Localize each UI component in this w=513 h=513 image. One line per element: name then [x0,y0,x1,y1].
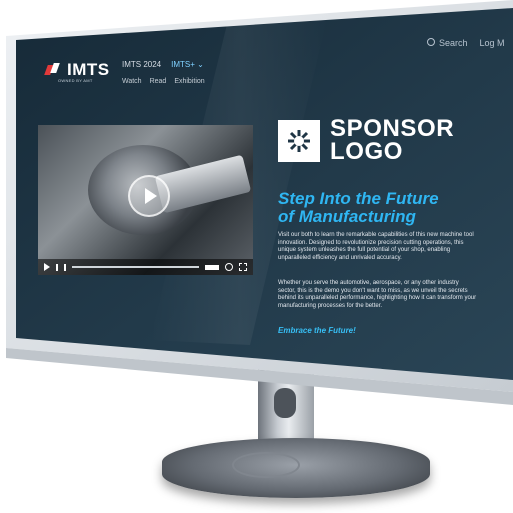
sponsor-logo: SPONSOR LOGO [278,117,454,165]
description-paragraph-2: Whether you serve the automotive, aerosp… [278,280,477,309]
brand-name: IMTS [67,60,110,79]
brand-subtitle: OWNED BY AMT [58,78,93,83]
nav-item-imts-2024[interactable]: IMTS 2024 [122,60,161,69]
play-icon[interactable] [44,263,50,271]
description-paragraph-1: Visit our both to learn the remarkable c… [278,232,474,261]
volume-icon[interactable] [205,264,219,270]
video-controls [38,259,253,275]
search-button[interactable]: Search [427,38,468,48]
imts-logo[interactable]: IMTS [44,60,110,80]
main-nav: IMTS 2024 IMTS+ ⌄ [122,60,204,69]
header-actions: Search Log M [427,38,505,48]
sub-nav: Watch Read Exhibition [122,78,205,85]
page-title: Step Into the Future of Manufacturing [278,190,468,226]
play-button[interactable] [128,175,170,217]
subnav-item-exhibition[interactable]: Exhibition [174,78,204,85]
next-icon[interactable] [64,263,66,271]
screen-content: IMTS OWNED BY AMT IMTS 2024 IMTS+ ⌄ Watc… [0,0,513,513]
spark-icon [278,119,320,162]
cta-link[interactable]: Embrace the Future! [278,326,356,335]
subnav-item-read[interactable]: Read [150,78,167,85]
headline-line1: Step Into the Future [278,189,439,208]
sponsor-logo-line2: LOGO [330,137,404,165]
skip-icon[interactable] [56,263,58,271]
imts-mark-icon [44,63,62,77]
headline-line2: of Manufacturing [278,206,416,226]
video-progress-bar[interactable] [72,266,199,268]
search-label: Search [439,38,468,48]
search-icon [427,38,435,46]
subnav-item-watch[interactable]: Watch [122,78,142,85]
monitor: IMTS OWNED BY AMT IMTS 2024 IMTS+ ⌄ Watc… [0,0,513,513]
login-link[interactable]: Log M [480,38,505,48]
video-player[interactable] [38,125,253,275]
settings-icon[interactable] [225,263,233,271]
nav-item-imts-plus[interactable]: IMTS+ ⌄ [171,60,204,69]
fullscreen-icon[interactable] [239,263,247,271]
